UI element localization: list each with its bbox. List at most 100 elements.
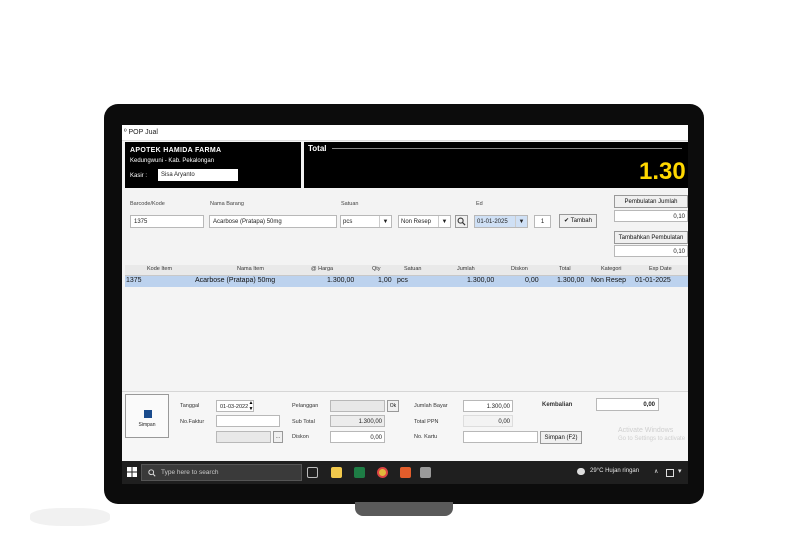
store-name: APOTEK HAMIDA FARMA — [130, 147, 222, 154]
cell-qty: 1,00 — [378, 277, 392, 284]
window-title: º POP Jual — [124, 129, 158, 136]
nokartu-label: No. Kartu — [414, 434, 438, 440]
cell-harga: 1.300,00 — [327, 277, 355, 284]
table-row[interactable]: 1375 Acarbose (Pratapa) 50mg 1.300,00 1,… — [125, 276, 688, 287]
jumlahbayar-input[interactable]: 1.300,00 — [463, 400, 513, 412]
kembalian-label: Kembalian — [542, 402, 573, 408]
col-nama-item[interactable]: Nama Item — [237, 266, 264, 272]
nokartu-input[interactable] — [463, 431, 538, 443]
subtotal-label: Sub Total — [292, 419, 315, 425]
floppy-disk-icon — [144, 410, 152, 418]
simpan-tile-button[interactable]: Simpan — [125, 394, 169, 438]
barcode-label: Barcode/Kode — [130, 201, 165, 207]
more-button[interactable]: ... — [273, 431, 283, 443]
chrome-icon[interactable] — [377, 467, 388, 478]
ed-date-picker[interactable]: 01-01-2025 ▼ — [474, 215, 528, 228]
col-kode-item[interactable]: Kode Item — [147, 266, 172, 272]
total-panel: Total 1.30 — [304, 142, 688, 188]
cell-satuan: pcs — [397, 277, 408, 284]
store-panel: APOTEK HAMIDA FARMA Kedungwuni - Kab. Pe… — [125, 142, 301, 188]
pembulatan-jumlah-button[interactable]: Pembulatan Jumlah — [614, 195, 688, 208]
col-total[interactable]: Total — [559, 266, 571, 272]
tambah-label: Tambah — [570, 218, 592, 224]
nama-barang-input[interactable]: Acarbose (Pratapa) 50mg — [209, 215, 337, 228]
col-harga[interactable]: @ Harga — [311, 266, 333, 272]
excel-icon[interactable] — [354, 467, 365, 478]
total-label: Total — [308, 144, 327, 153]
chevron-down-icon[interactable]: ▼ — [438, 216, 450, 227]
cell-nama: Acarbose (Pratapa) 50mg — [195, 277, 276, 284]
satuan-select[interactable]: pcs ▼ — [340, 215, 392, 228]
tanggal-label: Tanggal — [180, 403, 200, 409]
col-diskon[interactable]: Diskon — [511, 266, 528, 272]
kembalian-value: 0,00 — [596, 398, 659, 411]
simpan-tile-label: Simpan — [138, 422, 156, 428]
cell-jumlah: 1.300,00 — [467, 277, 495, 284]
window-titlebar: º POP Jual — [122, 125, 688, 141]
store-address: Kedungwuni - Kab. Pekalongan — [130, 158, 215, 164]
taskbar-search-placeholder: Type here to search — [161, 469, 219, 476]
speaker-icon[interactable]: ▾ — [678, 467, 682, 475]
simpan-f2-button[interactable]: Simpan (F2) — [540, 431, 582, 444]
pembulatan-jumlah-value[interactable]: 0,10 — [614, 210, 688, 222]
barcode-input[interactable]: 1375 — [130, 215, 204, 228]
totalppn-label: Total PPN — [414, 419, 439, 425]
chevron-down-icon[interactable]: ▼ — [379, 216, 391, 227]
file-explorer-icon[interactable] — [331, 467, 342, 478]
col-exp-date[interactable]: Exp Date — [649, 266, 672, 272]
windows-taskbar: Type here to search 29°C Hujan ringan ∧ … — [122, 461, 688, 484]
nofaktur-label: No.Faktur — [180, 419, 205, 425]
app-icon[interactable] — [400, 467, 411, 478]
tambah-button[interactable]: ✔ Tambah — [559, 214, 597, 228]
col-qty[interactable]: Qty — [372, 266, 381, 272]
nofaktur-input[interactable] — [216, 415, 280, 427]
col-kategori[interactable]: Kategori — [601, 266, 622, 272]
jenis-value: Non Resep — [401, 219, 432, 225]
laptop-shadow — [30, 508, 110, 526]
taskbar-search-box[interactable]: Type here to search — [141, 464, 302, 481]
network-icon[interactable] — [666, 469, 674, 477]
kasir-label: Kasir : — [130, 173, 148, 179]
activate-windows-title: Activate Windows — [618, 427, 674, 434]
extra-field[interactable] — [216, 431, 271, 443]
chevron-down-icon[interactable]: ▼ — [515, 216, 527, 227]
pelanggan-input[interactable] — [330, 400, 385, 412]
jenis-select[interactable]: Non Resep ▼ — [398, 215, 451, 228]
ed-value: 01-01-2025 — [477, 219, 508, 225]
diskon-label: Diskon — [292, 434, 309, 440]
task-view-icon[interactable] — [307, 467, 318, 478]
total-value: 1.30 — [639, 158, 686, 185]
pos-app-icon[interactable] — [420, 467, 431, 478]
totalppn-value: 0,00 — [463, 415, 513, 427]
tanggal-spinner[interactable]: ▲ ▼ — [247, 400, 255, 412]
grid-body — [125, 287, 688, 391]
total-divider — [332, 148, 682, 149]
pelanggan-ok-button[interactable]: Ok — [387, 400, 399, 412]
windows-start-icon[interactable] — [127, 467, 137, 477]
col-jumlah[interactable]: Jumlah — [457, 266, 475, 272]
tray-chevron-icon[interactable]: ∧ — [654, 468, 658, 475]
check-icon: ✔ — [564, 218, 570, 224]
col-satuan[interactable]: Satuan — [404, 266, 421, 272]
cell-total: 1.300,00 — [557, 277, 585, 284]
grid-header: Kode Item Nama Item @ Harga Qty Satuan J… — [125, 265, 688, 276]
tambahkan-pembulatan-value[interactable]: 0,10 — [614, 245, 688, 257]
cell-diskon: 0,00 — [525, 277, 539, 284]
pelanggan-label: Pelanggan — [292, 403, 319, 409]
cell-kategori: Non Resep — [591, 277, 627, 284]
weather-text: 29°C Hujan ringan — [590, 468, 640, 474]
kasir-field[interactable]: Sisa Aryanto — [158, 169, 238, 181]
activate-windows-sub: Go to Settings to activate — [618, 436, 686, 442]
tambahkan-pembulatan-button[interactable]: Tambahkan Pembulatan — [614, 231, 688, 244]
diskon-input[interactable]: 0,00 — [330, 431, 385, 443]
laptop-base — [355, 502, 453, 516]
jumlahbayar-label: Jumlah Bayar — [414, 403, 448, 409]
cell-exp: 01-01-2025 — [635, 277, 671, 284]
nama-barang-label: Nama Barang — [210, 201, 244, 207]
cell-kode: 1375 — [126, 277, 142, 284]
search-button[interactable] — [455, 215, 468, 228]
search-icon — [148, 469, 156, 477]
app-screen: º POP Jual APOTEK HAMIDA FARMA Kedungwun… — [122, 125, 688, 484]
qty-input[interactable]: 1 — [534, 215, 551, 228]
ed-label: Ed — [476, 201, 483, 207]
